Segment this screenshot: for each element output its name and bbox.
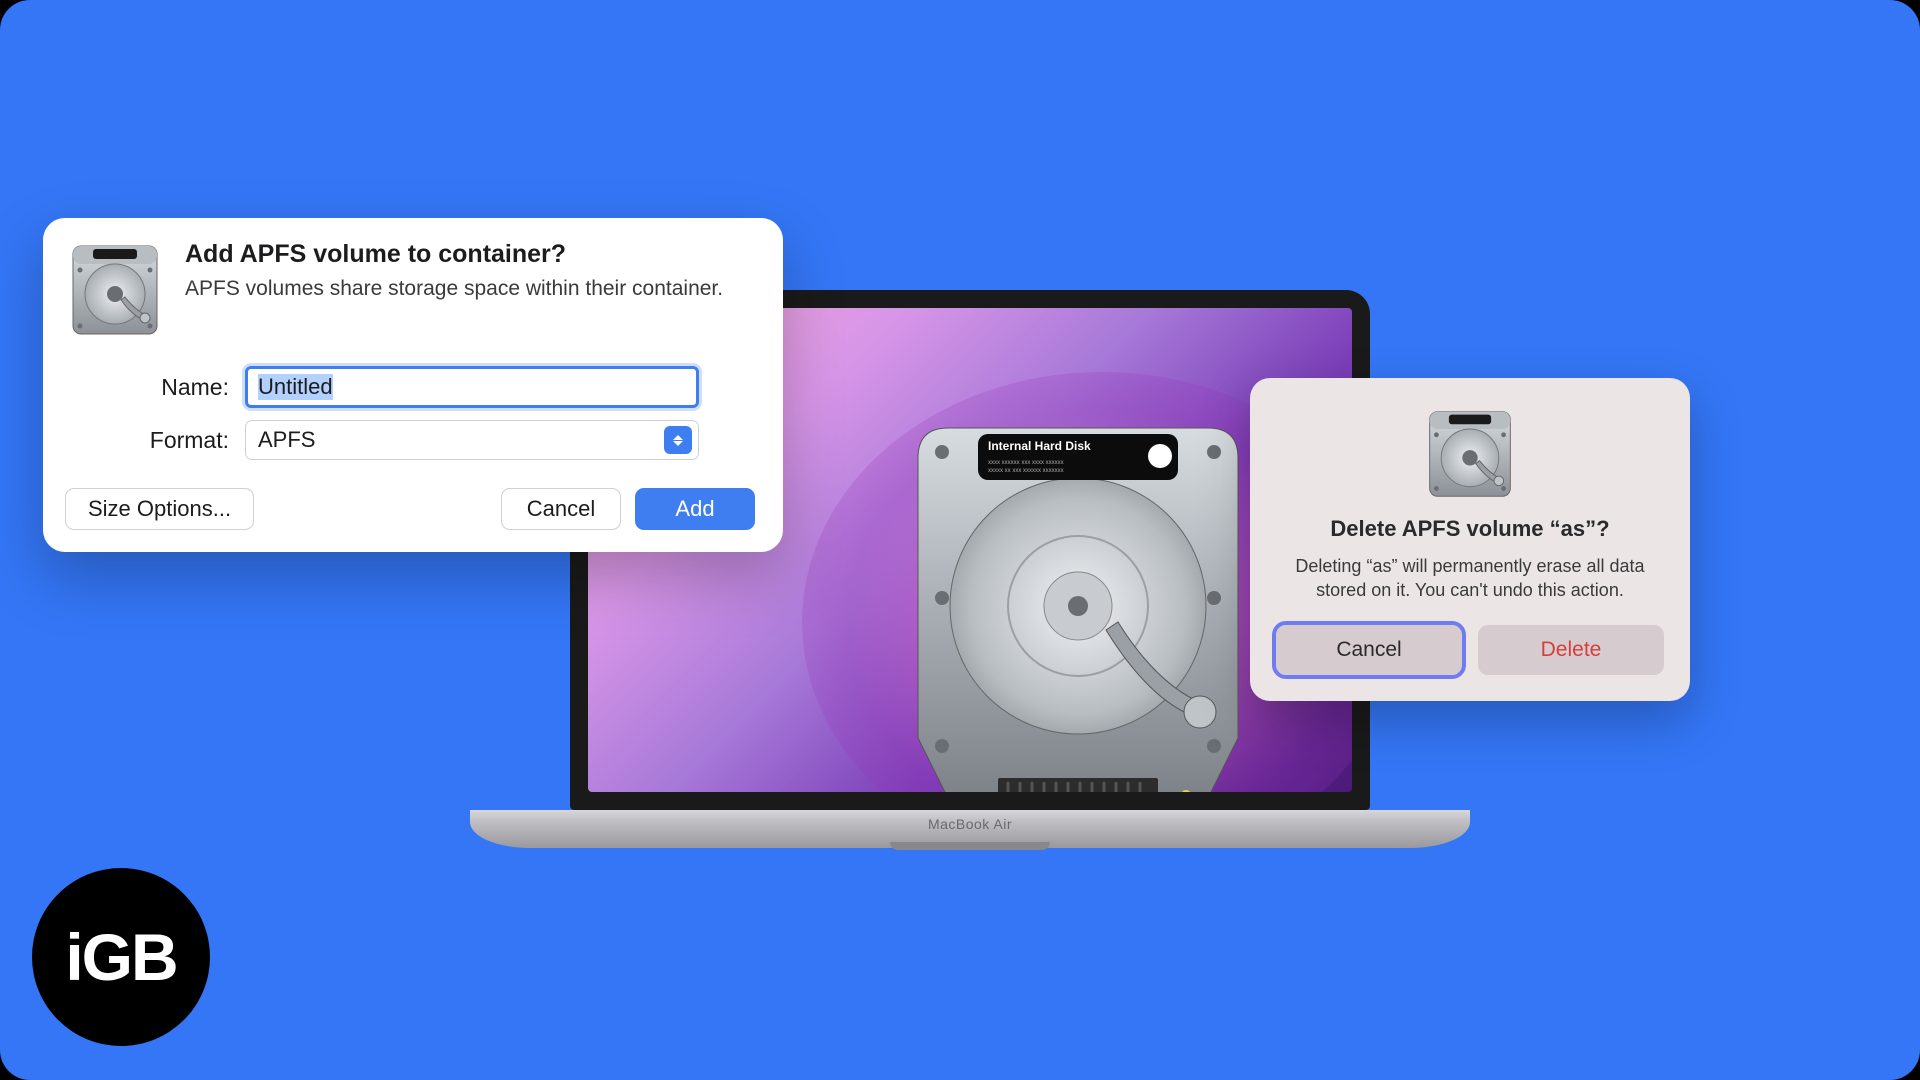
add-button[interactable]: Add (635, 488, 755, 530)
select-stepper-icon (664, 426, 692, 454)
format-value: APFS (258, 427, 315, 453)
add-apfs-volume-dialog: Add APFS volume to container? APFS volum… (43, 218, 783, 552)
cancel-button[interactable]: Cancel (1276, 625, 1462, 675)
delete-dialog-title: Delete APFS volume “as”? (1276, 516, 1664, 542)
name-row: Name: (65, 366, 755, 408)
hard-drive-icon (1276, 406, 1664, 502)
cancel-button[interactable]: Cancel (501, 488, 621, 530)
format-label: Format: (65, 427, 245, 454)
delete-button[interactable]: Delete (1478, 625, 1664, 675)
dialog-title: Add APFS volume to container? (185, 240, 723, 269)
hard-drive-icon (65, 240, 165, 340)
format-select[interactable]: APFS (245, 420, 699, 460)
delete-apfs-volume-dialog: Delete APFS volume “as”? Deleting “as” w… (1250, 378, 1690, 701)
brand-badge: iGB (32, 868, 210, 1046)
drive-label-text: Internal Hard Disk (988, 439, 1091, 453)
brand-badge-text: iGB (65, 919, 176, 995)
laptop-base (470, 810, 1470, 848)
volume-name-input[interactable] (245, 366, 699, 408)
size-options-button[interactable]: Size Options... (65, 488, 254, 530)
format-row: Format: APFS (65, 420, 755, 460)
svg-text:xxxx xxxxxx xxx xxxx xxxxxx: xxxx xxxxxx xxx xxxx xxxxxx (988, 460, 1064, 466)
internal-drive-illustration: Internal Hard Disk xxxx xxxxxx xxx xxxx … (908, 398, 1248, 792)
delete-dialog-body: Deleting “as” will permanently erase all… (1276, 554, 1664, 603)
dialog-subtitle: APFS volumes share storage space within … (185, 277, 723, 301)
name-label: Name: (65, 374, 245, 401)
svg-text:xxxxx xx xxx xxxxxx xxxxxxx: xxxxx xx xxx xxxxxx xxxxxxx (988, 468, 1064, 474)
